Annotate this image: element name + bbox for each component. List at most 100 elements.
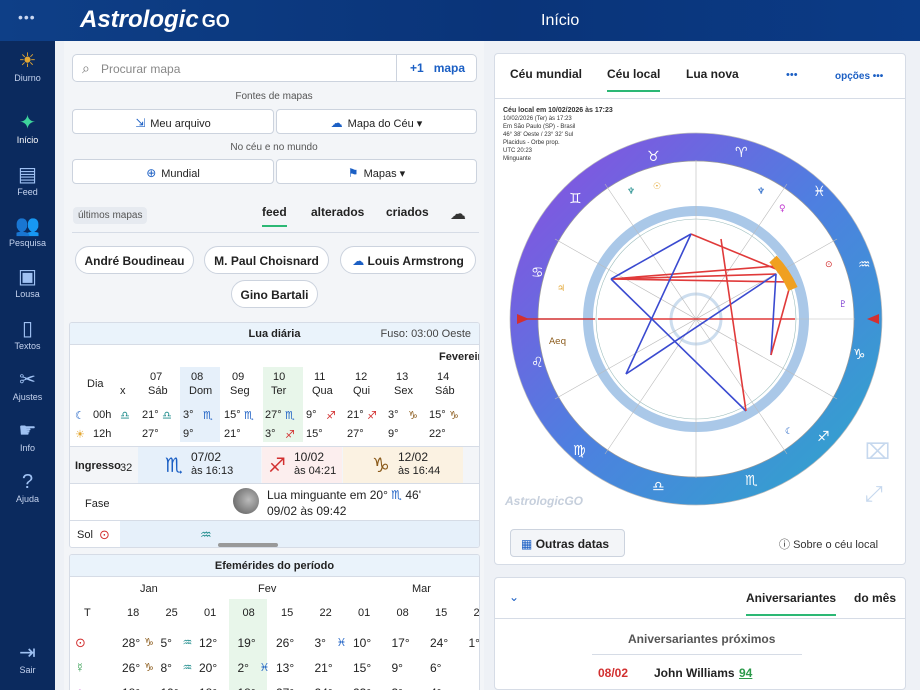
search-box[interactable]: ⌕ Procurar mapa +1 mapa	[72, 54, 477, 82]
menu-dots-icon[interactable]: •••	[18, 9, 36, 25]
svg-text:♎: ♎	[652, 479, 665, 495]
ingress-date: 10/02	[294, 450, 325, 464]
hour-12: 12h	[93, 428, 112, 440]
sidebar-item-lousa[interactable]: ▣ Lousa	[0, 265, 55, 299]
sun-row-bg	[120, 521, 479, 547]
moon-degree-00h: 21°	[347, 409, 364, 421]
dia-label: Dia	[87, 378, 104, 390]
ephemeris-value: 2°	[237, 661, 249, 675]
sign-glyph: ♏	[285, 410, 295, 422]
day-number: 10	[273, 371, 286, 383]
scrollbar[interactable]	[218, 543, 278, 547]
add-map-button[interactable]: +1 mapa	[396, 55, 476, 81]
svg-text:⊙: ⊙	[825, 260, 833, 270]
svg-text:♆: ♆	[627, 187, 635, 197]
ephemeris-value: 26°	[122, 661, 141, 675]
sign-glyph: ♎	[120, 410, 130, 422]
sagittarius-glyph: ♐	[268, 455, 286, 477]
sign-glyph: ♓	[336, 637, 347, 649]
sidebar-item-textos[interactable]: ▯ Textos	[0, 317, 55, 351]
ephemeris-value: 18°	[199, 686, 217, 690]
expand-icon[interactable]: ⤢	[865, 481, 883, 507]
sidebar-item-diurno[interactable]: ☀ Diurno	[0, 49, 55, 83]
month-header: Jan	[140, 583, 158, 595]
sky-map-button[interactable]: ☁ Mapa do Céu ▾	[276, 109, 477, 134]
sparkle-icon: ✦	[19, 112, 36, 134]
day-number: 12	[355, 371, 368, 383]
ephemeris-value: 24°	[315, 686, 333, 690]
day-number: 07	[150, 371, 163, 383]
day-number: 08	[191, 371, 204, 383]
chevron-down-icon: ▾	[399, 168, 406, 180]
sign-glyph: ♑	[408, 410, 418, 422]
ephemeris-value: 19°	[161, 686, 179, 690]
camera-icon[interactable]: ⌧	[865, 439, 890, 465]
recent-map-item[interactable]: Gino Bartali	[231, 280, 318, 308]
sign-glyph: ♒	[182, 637, 193, 649]
about-local-sky-link[interactable]: ⓘ Sobre o céu local	[779, 536, 878, 552]
svg-text:♒: ♒	[858, 257, 871, 273]
day-number: 14	[437, 371, 450, 383]
ingresso-label: Ingresso	[75, 460, 121, 472]
more-dots-icon[interactable]: •••	[786, 69, 798, 81]
svg-text:♌: ♌	[531, 355, 544, 371]
flag-icon: ⚑	[347, 166, 359, 180]
sky-chart-panel: Céu mundial Céu local Lua nova ••• opçõe…	[494, 53, 906, 565]
ingress-time: às 16:13	[191, 465, 234, 477]
ephemeris-value: 27°	[276, 686, 294, 690]
sidebar-item-ajustes[interactable]: ✂ Ajustes	[0, 368, 55, 402]
moon-degree-00h: 27°	[265, 409, 282, 421]
svg-text:♋: ♋	[531, 265, 544, 281]
birthday-name[interactable]: John Williams	[654, 666, 735, 680]
svg-text:♉: ♉	[647, 149, 660, 165]
other-dates-button[interactable]: ▦ Outras datas	[510, 529, 625, 557]
ephemeris-day: 25	[165, 607, 178, 619]
sign-glyph: ♐	[367, 410, 377, 422]
import-icon: ⇲	[135, 116, 146, 130]
sign-glyph: ♑	[144, 662, 154, 674]
ingress-date: 12/02	[398, 450, 429, 464]
day-weekday: Sáb	[435, 385, 455, 397]
my-file-button[interactable]: ⇲ Meu arquivo	[72, 109, 274, 134]
tab-criados[interactable]: criados	[386, 205, 429, 219]
tab-ceu-local[interactable]: Céu local	[607, 67, 661, 92]
search-input[interactable]: Procurar mapa	[101, 62, 180, 76]
sidebar-item-ajuda[interactable]: ? Ajuda	[0, 470, 55, 504]
daily-moon-header: Lua diária Fuso: 03:00 Oeste	[70, 323, 479, 345]
divider	[495, 618, 905, 619]
ephemeris-value: 18°	[238, 686, 256, 690]
tab-alterados[interactable]: alterados	[311, 205, 364, 219]
maps-button[interactable]: ⚑ Mapas ▾	[276, 159, 477, 184]
recent-map-item[interactable]: ☁ Louis Armstrong	[340, 246, 476, 274]
tab-ceu-mundial[interactable]: Céu mundial	[510, 67, 582, 81]
tab-feed[interactable]: feed	[262, 205, 287, 227]
chevron-down-icon[interactable]: ⌄	[509, 590, 519, 604]
astrological-wheel[interactable]: ♉ ♈ ♓ ♒ ♑ ♐ ♏ ♎ ♍ ♌ ♋ ♊ ♆ ☉ ♆ ♀ ⊙ ♇ ♃ ☾ Aeq	[495, 99, 905, 524]
ephemeris-value: 6°	[430, 661, 442, 675]
day-number: 09	[232, 371, 245, 383]
moon-degree-12h: 3°	[265, 428, 276, 440]
tab-aniversariantes[interactable]: Aniversariantes	[746, 591, 837, 616]
fase-label: Fase	[85, 498, 110, 510]
recent-map-item[interactable]: André Boudineau	[75, 246, 194, 274]
options-button[interactable]: opções •••	[835, 71, 883, 82]
page-title: Início	[541, 12, 580, 29]
sun-symbol-icon: ⊙	[75, 635, 86, 650]
t-label: T	[84, 607, 91, 619]
sky-cloud-icon[interactable]: ☁	[450, 204, 466, 224]
sidebar-item-feed[interactable]: ▤ Feed	[0, 163, 55, 197]
ephemeris-value: 12°	[199, 636, 218, 650]
ephemeris-value: 24°	[430, 636, 449, 650]
sidebar-item-info[interactable]: ☛ Info	[0, 419, 55, 453]
tab-lua-nova[interactable]: Lua nova	[686, 67, 739, 81]
world-button[interactable]: ⊕ Mundial	[72, 159, 274, 184]
aquarius-glyph: ♒	[200, 527, 212, 542]
moon-phase-icon	[233, 488, 259, 514]
sidebar-item-pesquisa[interactable]: 👥 Pesquisa	[0, 214, 55, 248]
sidebar-item-inicio[interactable]: ✦ Início	[0, 111, 55, 145]
moon-icon: ☾	[75, 410, 85, 422]
recent-map-item[interactable]: M. Paul Choisnard	[204, 246, 329, 274]
tab-do-mes[interactable]: do mês	[854, 591, 896, 605]
svg-text:♓: ♓	[813, 184, 826, 200]
sidebar-item-sair[interactable]: ⇥ Sair	[0, 641, 55, 675]
